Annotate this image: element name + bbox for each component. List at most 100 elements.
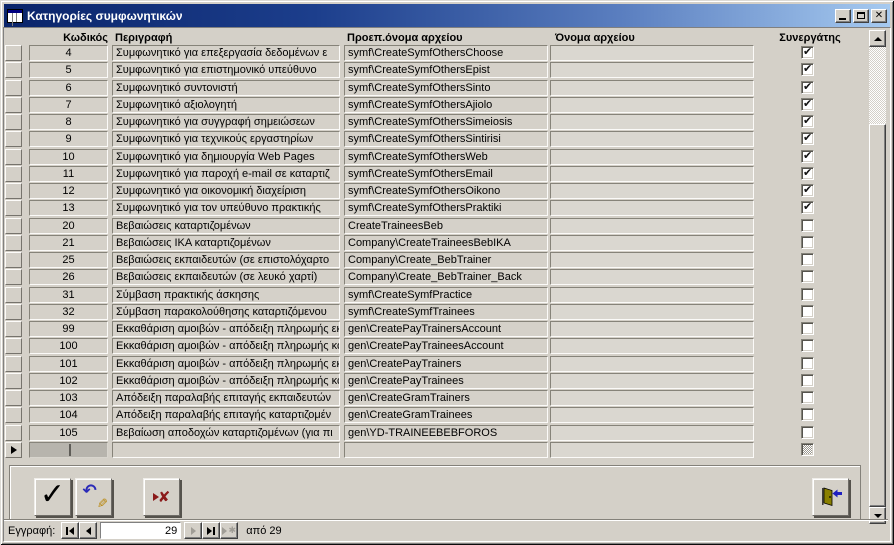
- cell-preset-filename[interactable]: symf\CreateSymfOthersSinto: [344, 80, 548, 96]
- cell-filename[interactable]: [550, 166, 754, 182]
- partner-checkbox[interactable]: [801, 219, 814, 232]
- cell-filename[interactable]: [550, 304, 754, 320]
- partner-checkbox[interactable]: [801, 63, 814, 76]
- cell-filename[interactable]: [550, 183, 754, 199]
- cell-filename[interactable]: [550, 269, 754, 285]
- cell-description[interactable]: Βεβαιώσεις καταρτιζομένων: [112, 218, 340, 234]
- partner-checkbox[interactable]: [801, 270, 814, 283]
- record-selector[interactable]: [5, 338, 22, 354]
- cell-preset-filename[interactable]: CreateTraineesBeb: [344, 218, 548, 234]
- partner-checkbox[interactable]: [801, 322, 814, 335]
- cell-code[interactable]: 21: [29, 235, 108, 251]
- cell-code[interactable]: 32: [29, 304, 108, 320]
- cell-preset-filename[interactable]: gen\CreateGramTrainers: [344, 390, 548, 406]
- record-selector[interactable]: [5, 218, 22, 234]
- partner-checkbox[interactable]: [801, 288, 814, 301]
- record-selector[interactable]: [5, 166, 22, 182]
- record-selector[interactable]: [5, 45, 22, 61]
- maximize-button[interactable]: [853, 9, 869, 23]
- cell-filename[interactable]: [550, 114, 754, 130]
- cell-filename[interactable]: [550, 131, 754, 147]
- cell-description[interactable]: Εκκαθάριση αμοιβών - απόδειξη πληρωμής κ…: [112, 373, 340, 389]
- cell-preset-filename[interactable]: symf\CreateSymfOthersEpist: [344, 62, 548, 78]
- cell-code[interactable]: 13: [29, 200, 108, 216]
- record-selector[interactable]: [5, 200, 22, 216]
- cell-code[interactable]: 6: [29, 80, 108, 96]
- cell-filename[interactable]: [550, 252, 754, 268]
- partner-checkbox[interactable]: [801, 184, 814, 197]
- cell-description[interactable]: Συμφωνητικό για παροχή e-mail σε καταρτι…: [112, 166, 340, 182]
- cell-preset-filename[interactable]: symf\CreateSymfTrainees: [344, 304, 548, 320]
- cell-filename[interactable]: [550, 321, 754, 337]
- record-selector[interactable]: [5, 390, 22, 406]
- scrollbar-track[interactable]: [869, 47, 886, 124]
- cell-preset-filename[interactable]: Company\CreateTraineesBebIKA: [344, 235, 548, 251]
- cell-code[interactable]: 104: [29, 407, 108, 423]
- record-selector[interactable]: [5, 80, 22, 96]
- cell-preset-filename[interactable]: symf\CreateSymfPractice: [344, 287, 548, 303]
- cell-preset-filename[interactable]: Company\Create_BebTrainer_Back: [344, 269, 548, 285]
- cell-filename[interactable]: [550, 442, 754, 458]
- cell-preset-filename[interactable]: Company\Create_BebTrainer: [344, 252, 548, 268]
- cell-description[interactable]: Σύμβαση πρακτικής άσκησης: [112, 287, 340, 303]
- record-selector[interactable]: [5, 425, 22, 441]
- cell-code[interactable]: 12: [29, 183, 108, 199]
- cell-filename[interactable]: [550, 390, 754, 406]
- cell-preset-filename[interactable]: symf\CreateSymfOthersAjiolo: [344, 97, 548, 113]
- cell-description[interactable]: Εκκαθάριση αμοιβών - απόδειξη πληρωμής κ…: [112, 338, 340, 354]
- record-selector[interactable]: [5, 287, 22, 303]
- cell-code[interactable]: 25: [29, 252, 108, 268]
- record-selector[interactable]: [5, 114, 22, 130]
- cell-filename[interactable]: [550, 62, 754, 78]
- cell-preset-filename[interactable]: gen\CreatePayTrainersAccount: [344, 321, 548, 337]
- scrollbar-thumb[interactable]: [869, 124, 886, 507]
- cell-code[interactable]: 11: [29, 166, 108, 182]
- cell-preset-filename[interactable]: gen\CreateGramTrainees: [344, 407, 548, 423]
- partner-checkbox[interactable]: [801, 98, 814, 111]
- partner-checkbox[interactable]: [801, 150, 814, 163]
- cell-filename[interactable]: [550, 356, 754, 372]
- record-selector[interactable]: [5, 407, 22, 423]
- cell-description[interactable]: Βεβαιώσεις ΙΚΑ καταρτιζομένων: [112, 235, 340, 251]
- cell-filename[interactable]: [550, 80, 754, 96]
- cell-code[interactable]: 31: [29, 287, 108, 303]
- cell-preset-filename[interactable]: gen\YD-TRAINEEBEBFOROS: [344, 425, 548, 441]
- cell-filename[interactable]: [550, 373, 754, 389]
- cell-description[interactable]: [112, 442, 340, 458]
- record-selector[interactable]: [5, 321, 22, 337]
- cell-preset-filename[interactable]: symf\CreateSymfOthersOikono: [344, 183, 548, 199]
- cell-preset-filename[interactable]: gen\CreatePayTrainees: [344, 373, 548, 389]
- cell-preset-filename[interactable]: symf\CreateSymfOthersWeb: [344, 149, 548, 165]
- cell-code[interactable]: 9: [29, 131, 108, 147]
- cell-code[interactable]: 102: [29, 373, 108, 389]
- partner-checkbox[interactable]: [801, 46, 814, 59]
- cell-preset-filename[interactable]: symf\CreateSymfOthersSimeiosis: [344, 114, 548, 130]
- cell-description[interactable]: Σύμβαση παρακολούθησης καταρτιζόμενου: [112, 304, 340, 320]
- record-selector[interactable]: [5, 373, 22, 389]
- cell-code[interactable]: 103: [29, 390, 108, 406]
- cell-description[interactable]: Βεβαιώσεις εκπαιδευτών (σε επιστολόχαρτο: [112, 252, 340, 268]
- record-selector[interactable]: [5, 183, 22, 199]
- cell-code[interactable]: 5: [29, 62, 108, 78]
- cell-description[interactable]: Εκκαθάριση αμοιβών - απόδειξη πληρωμής ε…: [112, 356, 340, 372]
- cell-filename[interactable]: [550, 218, 754, 234]
- cell-description[interactable]: Συμφωνητικό αξιολογητή: [112, 97, 340, 113]
- cell-code[interactable]: [29, 442, 108, 458]
- partner-checkbox[interactable]: [801, 305, 814, 318]
- vertical-scrollbar[interactable]: [869, 30, 886, 524]
- cell-preset-filename[interactable]: symf\CreateSymfOthersPraktiki: [344, 200, 548, 216]
- partner-checkbox[interactable]: [801, 115, 814, 128]
- cell-code[interactable]: 8: [29, 114, 108, 130]
- cell-code[interactable]: 10: [29, 149, 108, 165]
- record-selector[interactable]: [5, 304, 22, 320]
- cell-description[interactable]: Βεβαίωση αποδοχών καταρτιζομένων (για πι: [112, 425, 340, 441]
- partner-checkbox[interactable]: [801, 167, 814, 180]
- partner-checkbox[interactable]: [801, 201, 814, 214]
- record-selector[interactable]: [5, 252, 22, 268]
- cell-preset-filename[interactable]: symf\CreateSymfOthersChoose: [344, 45, 548, 61]
- next-record-button[interactable]: [184, 522, 202, 539]
- record-selector[interactable]: [5, 235, 22, 251]
- cell-description[interactable]: Συμφωνητικό για επεξεργασία δεδομένων ε: [112, 45, 340, 61]
- cell-description[interactable]: Συμφωνητικό για δημιουργία Web Pages: [112, 149, 340, 165]
- title-bar[interactable]: Κατηγορίες συμφωνητικών ✕: [4, 4, 890, 27]
